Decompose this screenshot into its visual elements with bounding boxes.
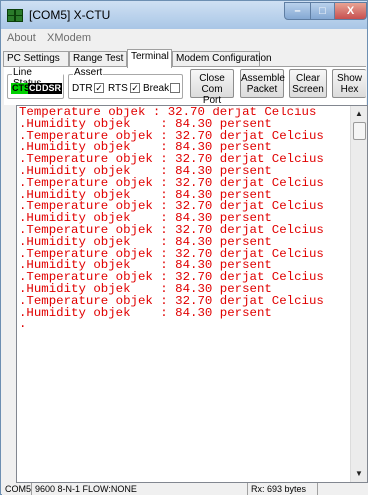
terminal-line: .Humidity objek : 84.30 persent xyxy=(19,305,272,320)
maximize-icon: □ xyxy=(319,5,326,17)
line-status-group: Line Status CTS CD DSR xyxy=(7,67,64,99)
dsr-indicator: DSR xyxy=(41,83,63,94)
app-icon xyxy=(7,9,23,22)
close-com-port-button[interactable]: Close Com Port xyxy=(190,69,234,106)
minimize-button[interactable]: – xyxy=(284,2,311,20)
assemble-packet-button[interactable]: Assemble Packet xyxy=(240,69,285,98)
assert-group: Assert DTR ✓ RTS ✓ Break xyxy=(68,67,183,99)
assemble-packet-line2: Packet xyxy=(246,84,278,95)
close-com-port-line1: Close xyxy=(199,73,225,84)
status-bar: COM5 9600 8-N-1 FLOW:NONE Rx: 693 bytes xyxy=(2,483,368,495)
dtr-label: DTR xyxy=(72,83,93,94)
menu-bar: About XModem xyxy=(2,30,366,46)
tab-range-test[interactable]: Range Test xyxy=(69,51,127,67)
close-button[interactable]: X xyxy=(334,2,367,20)
minimize-icon: – xyxy=(294,5,301,17)
status-rx-bytes: Rx: 693 bytes xyxy=(248,483,318,495)
tab-pc-settings[interactable]: PC Settings xyxy=(3,51,69,67)
tab-terminal[interactable]: Terminal xyxy=(127,49,172,68)
status-port: COM5 xyxy=(2,483,32,495)
terminal-line: . xyxy=(19,317,27,332)
title-bar[interactable]: [COM5] X-CTU – □ X xyxy=(1,1,367,29)
terminal-toolbar: Line Status CTS CD DSR Assert DTR ✓ RTS … xyxy=(4,66,366,106)
terminal-output[interactable]: Temperature objek : 32.70 derjat Celcius… xyxy=(16,105,368,483)
rts-checkbox[interactable]: ✓ xyxy=(130,83,140,93)
tab-strip: PC Settings Range Test Terminal Modem Co… xyxy=(2,49,366,68)
terminal-scrollbar[interactable]: ▲ ▼ xyxy=(350,106,367,482)
window-title: [COM5] X-CTU xyxy=(29,8,111,22)
break-checkbox[interactable] xyxy=(170,83,180,93)
close-com-port-line2: Com Port xyxy=(201,84,223,106)
clear-screen-line2: Screen xyxy=(292,84,324,95)
break-label: Break xyxy=(143,83,170,94)
maximize-button[interactable]: □ xyxy=(310,2,335,20)
scroll-thumb[interactable] xyxy=(353,122,366,140)
scroll-up-icon[interactable]: ▲ xyxy=(351,106,367,122)
show-hex-line1: Show xyxy=(336,73,362,84)
clear-screen-line1: Clear xyxy=(296,73,320,84)
status-settings: 9600 8-N-1 FLOW:NONE xyxy=(32,483,248,495)
assert-title: Assert xyxy=(73,67,104,78)
tab-modem-configuration[interactable]: Modem Configuration xyxy=(172,51,272,67)
dtr-checkbox[interactable]: ✓ xyxy=(94,83,104,93)
clear-screen-button[interactable]: Clear Screen xyxy=(289,69,327,98)
show-hex-button[interactable]: Show Hex xyxy=(332,69,366,98)
close-icon: X xyxy=(346,5,355,17)
show-hex-line2: Hex xyxy=(340,84,359,95)
xctu-window: [COM5] X-CTU – □ X About XModem PC Setti… xyxy=(0,0,368,495)
terminal-text: Temperature objek : 32.70 derjat Celcius… xyxy=(19,107,352,331)
rts-label: RTS xyxy=(108,83,128,94)
assemble-packet-line1: Assemble xyxy=(241,73,285,84)
scroll-down-icon[interactable]: ▼ xyxy=(351,466,367,482)
menu-xmodem[interactable]: XModem xyxy=(47,32,91,44)
menu-about[interactable]: About xyxy=(7,32,36,44)
